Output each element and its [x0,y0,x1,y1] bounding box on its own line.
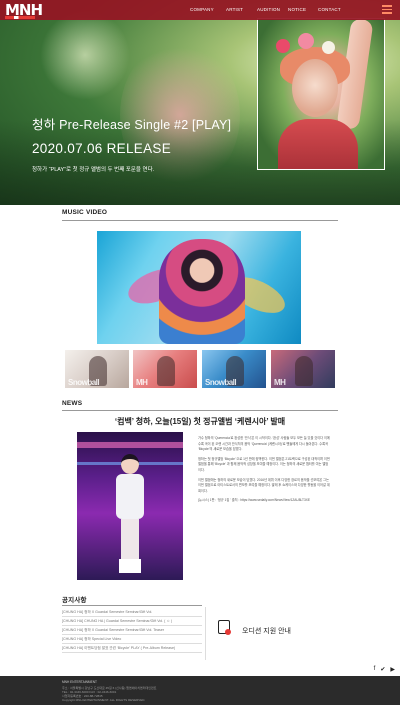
youtube-icon[interactable]: ▶ [390,666,395,673]
notice-divider [62,605,202,606]
notice-heading: 공지사항 [62,597,87,604]
nav-audition[interactable]: AUDITION [257,0,280,20]
thumbnail-tag: Snowball [68,378,100,387]
site-footer: MNH ENTERTAINMENT 주소 : 서울특별시 강남구 도산대로 45… [0,676,400,705]
social-links: f ✔ ▶ [374,666,395,673]
news-article-title[interactable]: ‘컴백’ 청하, 오늘(15일) 첫 정규앨범 ‘케렌시아’ 발매 [0,416,400,427]
notice-item[interactable]: [CHUNG HA] 청하 X Guardai Semestre Seminar… [62,626,202,635]
nav-notice[interactable]: NOTICE [288,0,306,20]
top-navigation-bar: MNH COMPANY ARTIST AUDITION NOTICE CONTA… [0,0,400,20]
video-thumbnail[interactable]: MH [271,350,335,390]
footer-copyright: Copyright MNH ENTERTAINMENT. ALL RIGHTS … [62,698,146,702]
cover-face [292,59,338,117]
hero-background-light [40,10,130,100]
stage-light [77,442,183,448]
logo-accent [5,16,35,19]
news-article-photo [77,432,183,580]
notice-item[interactable]: [CHUNG HA] 청하 Special Live Video [62,635,202,644]
facebook-icon[interactable]: f [374,666,376,673]
thumbnail-figure [157,356,175,386]
hero-banner[interactable]: 청하 Pre-Release Single #2 [PLAY] 2020.07.… [0,0,400,205]
twitter-icon[interactable]: ✔ [380,666,385,673]
section-vertical-divider [205,607,206,660]
audition-banner[interactable]: 오디션 지원 안내 [208,602,338,662]
hero-description: 청하가 “PLAY”로 첫 정규 앨범의 두 번째 포문을 연다. [32,167,155,173]
news-paragraph: 이번 앨범에는 청하의 새로운 모습이 담겼다. 2016년 데뷔 이후 다양한… [198,477,330,493]
hero-cover-image [257,18,385,170]
news-heading: NEWS [62,400,83,407]
menu-icon[interactable] [382,5,392,15]
news-paragraph: 청하는 첫 정규앨범 ‘Bicycle’ 으로 1년 만에 컴백한다. 이번 앨… [198,456,330,472]
nav-company[interactable]: COMPANY [190,0,214,20]
video-thumbnail[interactable]: Snowball [65,350,129,390]
audition-icon [218,620,231,635]
video-figure [159,239,245,344]
cover-flower [298,33,314,49]
nav-contact[interactable]: CONTACT [318,0,341,20]
video-thumbnail[interactable]: Snowball [202,350,266,390]
music-video-thumbnails: Snowball MH Snowball MH [65,350,335,390]
notice-item[interactable]: [CHUNG HA] 이벤트당첨 발표 관련 ‘Bicycle’ PLAY ( … [62,644,202,653]
notice-item[interactable]: [CHUNG HA] CHUNG HA | Guardai Semestre S… [62,617,202,626]
music-video-player[interactable] [97,231,301,344]
cover-dress [278,119,358,169]
thumbnail-tag: MH [274,378,286,387]
thumbnail-tag: Snowball [205,378,237,387]
music-video-heading: MUSIC VIDEO [62,209,108,216]
audition-label: 오디션 지원 안내 [242,628,291,635]
notice-list: [CHUNG HA] 청하 X Guardai Semestre Seminar… [62,608,202,653]
video-thumbnail[interactable]: MH [133,350,197,390]
news-source[interactable]: (뉴시스) 1판 : ‘정규 1집 ’ 출처 : https://www.sed… [198,498,330,504]
thumbnail-tag: MH [136,378,148,387]
hero-title: 청하 Pre-Release Single #2 [PLAY] [32,118,232,132]
cover-flower [322,41,335,54]
hero-release-date: 2020.07.06 RELEASE [32,141,171,156]
music-video-divider [62,220,338,221]
news-article-body: 가수 청하의 ‘Querencia’로 완성한 ‘안식’은 이 시작이다. ‘완… [198,436,330,508]
photo-figure [115,454,145,574]
nav-artist[interactable]: ARTIST [226,0,243,20]
news-paragraph: 가수 청하의 ‘Querencia’로 완성한 ‘안식’은 이 시작이다. ‘완… [198,436,330,452]
thumbnail-figure [295,356,313,386]
notice-item[interactable]: [CHUNG HA] 청하 X Guardai Semestre Seminar… [62,608,202,617]
cover-flower [276,39,290,53]
footer-brand: MNH ENTERTAINMENT [62,680,97,684]
news-divider [62,410,338,411]
